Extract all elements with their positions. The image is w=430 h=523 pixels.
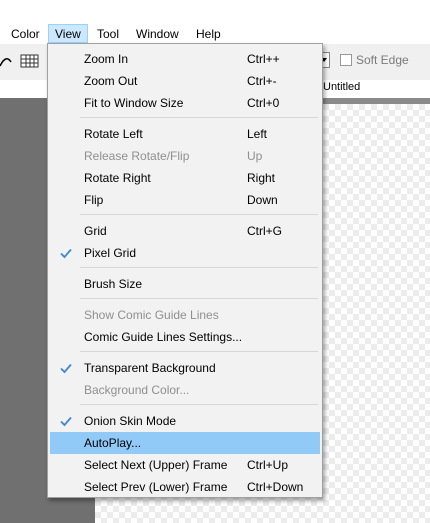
checkmark-icon [60, 248, 72, 259]
menu-item-label: Select Prev (Lower) Frame [84, 480, 228, 494]
menu-item-comic-guide-settings[interactable]: Comic Guide Lines Settings... [50, 326, 320, 348]
menu-item-transparent-background[interactable]: Transparent Background [50, 357, 320, 379]
menu-item-label: Fit to Window Size [84, 96, 184, 110]
menu-separator [80, 351, 318, 352]
menu-item-label: Transparent Background [84, 361, 216, 375]
menu-item-onion-skin-mode[interactable]: Onion Skin Mode [50, 410, 320, 432]
menu-item-shortcut: Ctrl+- [247, 74, 277, 88]
menu-separator [80, 298, 318, 299]
soft-edge-checkbox[interactable] [340, 54, 352, 66]
menu-item-shortcut: Ctrl+Up [247, 458, 289, 472]
menu-item-label: Zoom Out [84, 74, 138, 88]
menu-item-shortcut: Up [247, 149, 263, 163]
menu-item-zoom-in[interactable]: Zoom In Ctrl++ [50, 48, 320, 70]
menu-item-show-comic-guide-lines: Show Comic Guide Lines [50, 304, 320, 326]
menu-item-autoplay[interactable]: AutoPlay... [50, 432, 320, 454]
document-tab-title[interactable]: Untitled [323, 81, 360, 93]
menu-item-shortcut: Ctrl+0 [247, 96, 280, 110]
menu-item-background-color: Background Color... [50, 379, 320, 401]
menu-tool[interactable]: Tool [91, 25, 125, 44]
menu-item-label: Grid [84, 224, 107, 238]
menu-item-pixel-grid[interactable]: Pixel Grid [50, 242, 320, 264]
canvas-top-strip [322, 98, 430, 104]
checkmark-icon [60, 416, 72, 427]
menu-item-select-prev-frame[interactable]: Select Prev (Lower) Frame Ctrl+Down [50, 476, 320, 498]
menu-item-label: Background Color... [84, 383, 190, 397]
menu-item-fit-to-window[interactable]: Fit to Window Size Ctrl+0 [50, 92, 320, 114]
menu-item-label: Release Rotate/Flip [84, 149, 190, 163]
menu-item-shortcut: Right [247, 171, 276, 185]
menu-item-label: Rotate Left [84, 127, 143, 141]
menu-item-flip[interactable]: Flip Down [50, 189, 320, 211]
menu-item-shortcut: Ctrl++ [247, 52, 280, 66]
menu-window[interactable]: Window [130, 25, 185, 44]
menu-bar: Color View Tool Window Help [0, 0, 430, 44]
menu-item-rotate-right[interactable]: Rotate Right Right [50, 167, 320, 189]
menu-item-shortcut: Down [247, 193, 278, 207]
menu-item-label: Zoom In [84, 52, 129, 66]
menu-color[interactable]: Color [5, 25, 46, 44]
menu-separator [80, 404, 318, 405]
menu-item-shortcut: Left [247, 127, 268, 141]
menu-separator [80, 117, 318, 118]
menu-item-label: AutoPlay... [84, 436, 142, 450]
menu-item-label: Select Next (Upper) Frame [84, 458, 228, 472]
menu-item-rotate-left[interactable]: Rotate Left Left [50, 123, 320, 145]
menu-item-grid[interactable]: Grid Ctrl+G [50, 220, 320, 242]
checkmark-icon [60, 363, 72, 374]
menu-item-label: Flip [84, 193, 104, 207]
menu-item-zoom-out[interactable]: Zoom Out Ctrl+- [50, 70, 320, 92]
curve-tool-icon[interactable] [0, 52, 12, 70]
menu-item-label: Pixel Grid [84, 246, 137, 260]
menu-separator [80, 214, 318, 215]
menu-item-shortcut: Ctrl+G [247, 224, 283, 238]
menu-item-label: Show Comic Guide Lines [84, 308, 219, 322]
menu-item-label: Rotate Right [84, 171, 151, 185]
menu-help[interactable]: Help [190, 25, 227, 44]
menu-item-label: Brush Size [84, 277, 143, 291]
menu-separator [80, 267, 318, 268]
menu-item-label: Onion Skin Mode [84, 414, 177, 428]
menu-item-brush-size[interactable]: Brush Size [50, 273, 320, 295]
grid-tool-icon[interactable] [20, 52, 40, 70]
menu-item-label: Comic Guide Lines Settings... [84, 330, 243, 344]
soft-edge-label: Soft Edge [356, 53, 409, 67]
menu-item-select-next-frame[interactable]: Select Next (Upper) Frame Ctrl+Up [50, 454, 320, 476]
menu-view[interactable]: View [48, 24, 88, 43]
view-menu-dropdown: Zoom In Ctrl++ Zoom Out Ctrl+- Fit to Wi… [47, 43, 323, 498]
menu-item-release-rotate-flip: Release Rotate/Flip Up [50, 145, 320, 167]
menu-item-shortcut: Ctrl+Down [247, 480, 304, 494]
